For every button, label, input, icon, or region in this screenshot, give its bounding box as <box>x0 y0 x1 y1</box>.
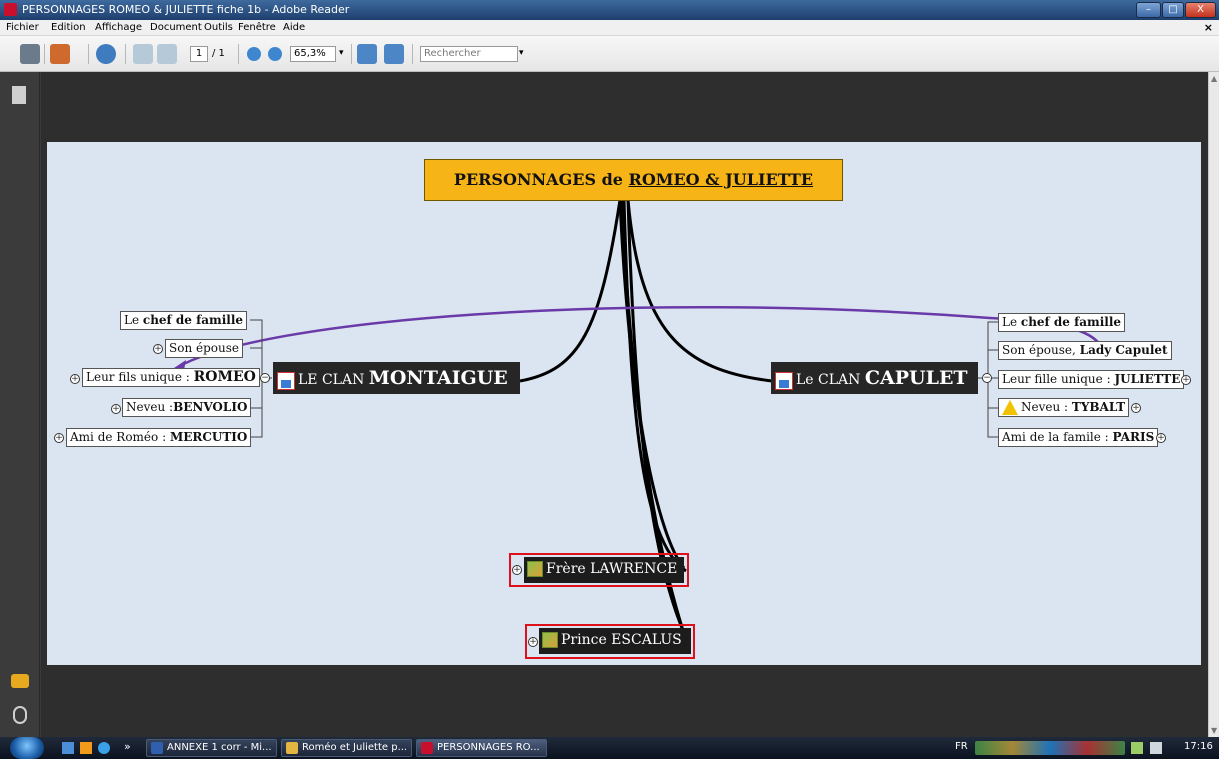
central-prefix: PERSONNAGES de <box>453 170 629 189</box>
escalus-node[interactable]: Prince ESCALUS <box>539 628 691 654</box>
montaigue-prefix: LE CLAN <box>298 372 369 388</box>
expand-icon[interactable]: + <box>111 404 121 414</box>
house-icon <box>775 372 793 390</box>
link-montaigue <box>519 199 622 383</box>
capulet-epouse[interactable]: Son épouse, Lady Capulet <box>998 341 1172 360</box>
tray-icons[interactable] <box>975 741 1125 755</box>
montaigue-clan-node[interactable]: LE CLAN MONTAIGUE <box>273 362 520 394</box>
internet-explorer-icon[interactable] <box>98 742 110 754</box>
volume-icon[interactable] <box>1150 742 1162 754</box>
feather-icon <box>527 561 543 577</box>
montaigue-fils[interactable]: Leur fils unique : ROMEO <box>82 368 260 387</box>
central-topic[interactable]: PERSONNAGES de ROMEO & JULIETTE <box>424 159 843 201</box>
central-title: ROMEO & JULIETTE <box>628 170 814 189</box>
montaigue-ami[interactable]: Ami de Roméo : MERCUTIO <box>66 428 252 447</box>
warning-icon <box>1002 400 1018 415</box>
montaigue-epouse[interactable]: Son épouse <box>165 339 243 358</box>
capulet-clan-node[interactable]: Le CLAN CAPULET <box>771 362 978 394</box>
expand-icon[interactable]: + <box>528 637 538 647</box>
taskbar-folder[interactable]: Roméo et Juliette p... <box>281 739 412 757</box>
expand-icon[interactable]: + <box>512 565 522 575</box>
house-icon <box>277 372 295 390</box>
expand-icon[interactable]: + <box>70 374 80 384</box>
capulet-neveu[interactable]: Neveu : TYBALT <box>998 398 1130 417</box>
capulet-chef[interactable]: Le chef de famille <box>998 313 1126 332</box>
montaigue-name: MONTAIGUE <box>368 367 508 389</box>
start-button[interactable] <box>10 737 44 759</box>
expand-icon[interactable]: + <box>153 344 163 354</box>
quicklaunch-chevron[interactable]: » <box>124 740 131 753</box>
expand-icon[interactable]: + <box>1131 403 1141 413</box>
taskbar: » ANNEXE 1 corr - Mi... Roméo et Juliett… <box>0 737 1219 759</box>
montaigue-neveu[interactable]: Neveu :BENVOLIO <box>122 398 252 417</box>
collapse-icon[interactable]: − <box>982 373 992 383</box>
link-capulet <box>626 199 773 383</box>
clock: 17:16 <box>1184 741 1213 752</box>
language-indicator[interactable]: FR <box>955 741 968 752</box>
montaigue-chef[interactable]: Le chef de famille <box>120 311 248 330</box>
taskbar-word[interactable]: ANNEXE 1 corr - Mi... <box>146 739 277 757</box>
feather-icon <box>542 632 558 648</box>
expand-icon[interactable]: + <box>54 433 64 443</box>
relationship-arrow <box>177 305 1105 369</box>
show-desktop-icon[interactable] <box>62 742 74 754</box>
media-player-icon[interactable] <box>80 742 92 754</box>
capulet-ami[interactable]: Ami de la famile : PARIS <box>998 428 1159 447</box>
taskbar-reader[interactable]: PERSONNAGES RO... <box>416 739 547 757</box>
network-icon[interactable] <box>1131 742 1143 754</box>
capulet-name: CAPULET <box>864 367 968 389</box>
collapse-icon[interactable]: − <box>260 373 270 383</box>
capulet-prefix: Le CLAN <box>796 372 865 388</box>
capulet-fille[interactable]: Leur fille unique : JULIETTE <box>998 370 1185 389</box>
expand-icon[interactable]: + <box>1156 433 1166 443</box>
expand-icon[interactable]: + <box>1181 375 1191 385</box>
lawrence-node[interactable]: Frère LAWRENCE <box>524 557 684 583</box>
